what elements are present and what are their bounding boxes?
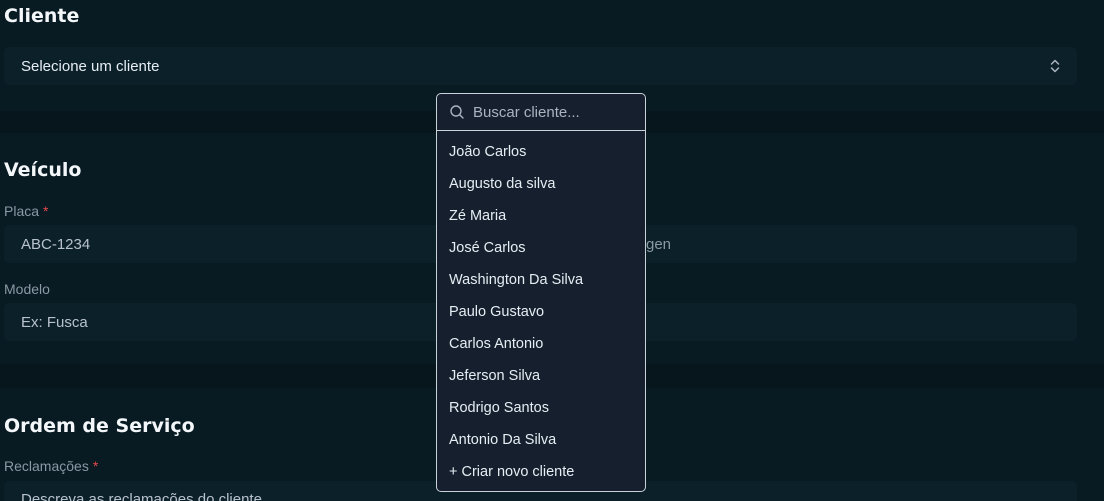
- dropdown-item[interactable]: Carlos Antonio: [437, 328, 645, 360]
- search-input[interactable]: [473, 103, 633, 121]
- dropdown-item[interactable]: Washington Da Silva: [437, 264, 645, 296]
- required-mark: *: [92, 458, 99, 474]
- modelo-placeholder: Ex: Fusca: [21, 313, 88, 331]
- create-new-client-item[interactable]: + Criar novo cliente: [437, 456, 645, 488]
- veiculo-title: Veículo: [4, 159, 82, 181]
- dropdown-item[interactable]: Antonio Da Silva: [437, 424, 645, 456]
- marca-partial-text: gen: [646, 235, 672, 253]
- required-mark: *: [43, 203, 49, 219]
- reclamacoes-label: Reclamações *: [4, 458, 98, 474]
- dropdown-item[interactable]: Jeferson Silva: [437, 360, 645, 392]
- dropdown-item[interactable]: Augusto da silva: [437, 168, 645, 200]
- page: Cliente Selecione um cliente Veículo Pla…: [0, 0, 1104, 501]
- placa-label-text: Placa: [4, 203, 40, 219]
- dropdown-item[interactable]: João Carlos: [437, 136, 645, 168]
- dropdown-item[interactable]: José Carlos: [437, 232, 645, 264]
- placa-label: Placa *: [4, 203, 48, 219]
- cliente-select-value: Selecione um cliente: [21, 57, 160, 75]
- dropdown-item[interactable]: Paulo Gustavo: [437, 296, 645, 328]
- reclamacoes-label-text: Reclamações: [4, 458, 89, 474]
- modelo-label: Modelo: [4, 281, 50, 297]
- cliente-title: Cliente: [4, 5, 80, 27]
- placa-value: ABC-1234: [21, 235, 91, 253]
- dropdown-list: João Carlos Augusto da silva Zé Maria Jo…: [437, 131, 645, 488]
- chevron-up-down-icon: [1050, 59, 1060, 73]
- cliente-select[interactable]: Selecione um cliente: [4, 47, 1077, 85]
- dropdown-item[interactable]: Zé Maria: [437, 200, 645, 232]
- ordem-title: Ordem de Serviço: [4, 415, 195, 437]
- dropdown-search: [437, 94, 645, 131]
- cliente-dropdown: João Carlos Augusto da silva Zé Maria Jo…: [436, 93, 646, 492]
- search-icon: [450, 105, 464, 119]
- dropdown-item[interactable]: Rodrigo Santos: [437, 392, 645, 424]
- reclamacoes-placeholder: Descreva as reclamações do cliente: [21, 491, 262, 501]
